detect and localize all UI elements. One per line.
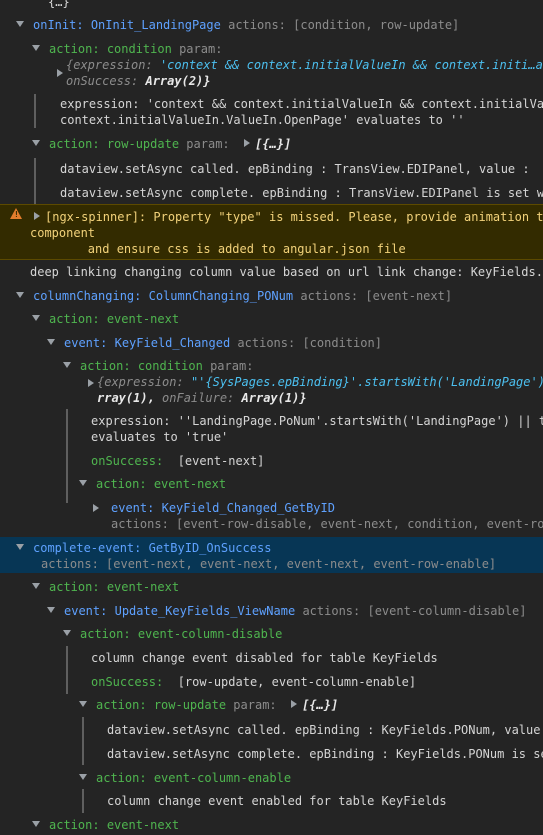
- log-message: column change event disabled for table K…: [91, 651, 438, 665]
- group-columnChanging[interactable]: columnChanging: ColumnChanging_PONum act…: [33, 288, 543, 304]
- object-preview-line2: rray(1), onFailure: Array(1)}: [97, 391, 307, 405]
- expand-arrow-icon[interactable]: [32, 140, 40, 146]
- expand-arrow-icon[interactable]: [57, 69, 63, 77]
- event-actions: actions: [event-row-disable, event-next,…: [111, 517, 543, 531]
- event-actions: actions: [event-next, event-next, event-…: [41, 557, 497, 571]
- expand-arrow-icon[interactable]: [16, 21, 24, 27]
- group-action-event-next[interactable]: action: event-next: [49, 311, 543, 327]
- expand-arrow-icon[interactable]: [47, 607, 55, 613]
- group-action-event-next[interactable]: action: event-next: [49, 817, 543, 833]
- group-action-event-column-disable[interactable]: action: event-column-disable: [80, 626, 543, 642]
- log-message-onsuccess: onSuccess: [row-update, event-column-ena…: [91, 675, 417, 689]
- log-message-onsuccess: onSuccess: [event-next]: [91, 454, 265, 468]
- warning-text: component: [30, 226, 96, 240]
- warning-text: [ngx-spinner]: Property "type" is missed…: [45, 210, 543, 224]
- object-preview[interactable]: {expression: 'context && context.initial…: [66, 57, 543, 73]
- expand-arrow-icon[interactable]: [79, 480, 87, 486]
- expand-arrow-icon[interactable]: [32, 583, 40, 589]
- group-action-event-next[interactable]: action: event-next: [96, 476, 543, 492]
- expand-arrow-icon[interactable]: [32, 315, 40, 321]
- group-event-update-keyfields[interactable]: event: Update_KeyFields_ViewName actions…: [64, 603, 543, 619]
- group-action-condition[interactable]: action: condition param:: [80, 358, 543, 374]
- log-message: dataview.setAsync complete. epBinding : …: [107, 747, 543, 761]
- expand-arrow-icon[interactable]: [47, 339, 55, 345]
- collapsed-object[interactable]: {…}: [48, 0, 543, 10]
- group-indent-bar: [82, 717, 84, 765]
- group-action-event-column-enable[interactable]: action: event-column-enable: [96, 770, 543, 786]
- expand-arrow-icon[interactable]: [16, 292, 24, 298]
- group-event-keyfield-changed[interactable]: event: KeyField_Changed actions: [condit…: [64, 335, 543, 351]
- log-message: expression: 'context && context.initialV…: [60, 97, 543, 111]
- expand-arrow-icon[interactable]: [93, 504, 99, 512]
- expand-arrow-icon[interactable]: [16, 544, 24, 550]
- group-indent-bar: [34, 94, 36, 128]
- expand-arrow-icon[interactable]: [63, 362, 71, 368]
- object-preview-line2: onSuccess: Array(2)}: [66, 74, 211, 88]
- log-message: dataview.setAsync complete. epBinding : …: [60, 186, 543, 200]
- log-message: evaluates to 'true': [91, 430, 229, 444]
- log-message: dataview.setAsync called. epBinding : Tr…: [60, 162, 530, 176]
- expand-arrow-icon[interactable]: [34, 212, 40, 220]
- group-indent-bar: [66, 409, 68, 503]
- group-action-row-update[interactable]: action: row-update param: [{…}]: [96, 697, 543, 713]
- log-message: dataview.setAsync called. epBinding : Ke…: [107, 723, 541, 737]
- object-preview[interactable]: {expression: "'{SysPages.epBinding}'.sta…: [97, 374, 543, 390]
- expand-arrow-icon[interactable]: [32, 821, 40, 827]
- group-action-row-update[interactable]: action: row-update param: [{…}]: [49, 136, 543, 152]
- warning-text: and ensure css is added to angular.json …: [30, 242, 406, 256]
- log-message: expression: ''LandingPage.PoNum'.startsW…: [91, 414, 543, 428]
- group-event-keyfield-changed-getbyid[interactable]: event: KeyField_Changed_GetByID: [111, 500, 543, 516]
- log-message: column change event enabled for table Ke…: [107, 794, 447, 808]
- group-indent-bar: [34, 158, 36, 204]
- expand-arrow-icon[interactable]: [32, 45, 40, 51]
- expand-arrow-icon[interactable]: [63, 630, 71, 636]
- group-onInit[interactable]: onInit: OnInit_LandingPage actions: [con…: [33, 17, 543, 33]
- group-complete-event[interactable]: complete-event: GetByID_OnSuccess: [33, 540, 543, 556]
- log-message: context.initialValueIn.ValueIn.OpenPage'…: [60, 113, 465, 127]
- log-message: deep linking changing column value based…: [30, 265, 543, 279]
- expand-arrow-icon[interactable]: [79, 701, 87, 707]
- group-action-event-next[interactable]: action: event-next: [49, 579, 543, 595]
- group-action-condition[interactable]: action: condition param:: [49, 41, 543, 57]
- group-indent-bar: [66, 646, 68, 694]
- expand-arrow-icon[interactable]: [88, 379, 94, 387]
- expand-arrow-icon[interactable]: [79, 774, 87, 780]
- group-indent-bar: [82, 789, 84, 813]
